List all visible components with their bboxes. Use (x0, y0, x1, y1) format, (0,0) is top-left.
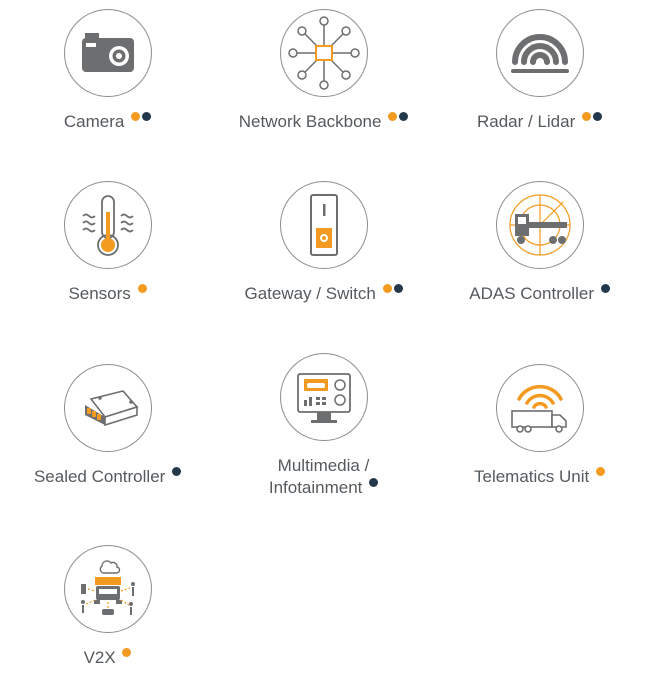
tile-adas-controller: ADAS Controller (432, 181, 647, 305)
label-text: Radar / Lidar (476, 112, 576, 131)
navy-dot (399, 112, 409, 121)
protocol-dots (376, 284, 403, 303)
icon-circle (63, 9, 152, 97)
tile-v2x: V2X (0, 545, 215, 669)
component-label: Radar / Lidar (432, 111, 647, 133)
protocol-dots (594, 284, 610, 303)
thermometer-sensor-icon (81, 195, 134, 256)
icon-circle (279, 9, 368, 97)
navy-dot (393, 284, 403, 293)
navy-dot (593, 112, 602, 121)
network-backbone-icon (287, 16, 360, 90)
icon-circle (279, 353, 368, 441)
orange-dot (122, 648, 132, 657)
label-text: Camera (63, 112, 125, 131)
tile-sensors: Sensors (0, 181, 215, 305)
tile-network-backbone: Network Backbone (216, 9, 431, 133)
icon-circle (63, 181, 152, 269)
protocol-dots (589, 467, 605, 486)
navy-dot (172, 467, 182, 476)
icon-circle (63, 364, 152, 452)
orange-dot (582, 112, 591, 121)
protocol-dots (124, 112, 152, 131)
component-label: ADAS Controller (432, 283, 647, 305)
tile-radar-lidar: Radar / Lidar (432, 9, 647, 133)
label-text: Telematics Unit (474, 467, 590, 486)
component-label: Network Backbone (216, 111, 431, 133)
tile-gateway-switch: Gateway / Switch (216, 181, 431, 305)
label-text: ADAS Controller (469, 284, 594, 303)
label-text: Network Backbone (238, 112, 382, 131)
sealed-controller-module-icon (84, 390, 138, 427)
icon-circle (495, 364, 584, 452)
label-text-line2: Infotainment (268, 478, 363, 497)
label-text-line1: Multimedia / (277, 456, 370, 475)
tile-sealed-controller: Sealed Controller (0, 364, 215, 488)
telematics-truck-signal-icon (510, 384, 567, 433)
component-grid: Camera Network Backbone Radar / Lidar Se… (0, 0, 647, 684)
component-label: Camera (0, 111, 215, 133)
orange-dot (137, 284, 147, 293)
adas-truck-radar-icon (508, 194, 571, 256)
label-text: Gateway / Switch (244, 284, 376, 303)
icon-circle (63, 545, 152, 633)
protocol-dots (116, 648, 132, 667)
protocol-dots (131, 284, 147, 303)
component-label: Telematics Unit (432, 466, 647, 488)
v2x-connected-truck-icon (80, 560, 135, 615)
protocol-dots (362, 478, 379, 497)
gateway-switch-icon (309, 194, 338, 256)
tile-multimedia: Multimedia / Infotainment (216, 353, 431, 499)
icon-circle (495, 181, 584, 269)
component-label: Multimedia / Infotainment (216, 455, 431, 499)
tile-telematics-unit: Telematics Unit (432, 364, 647, 488)
tile-camera: Camera (0, 9, 215, 133)
orange-dot (382, 284, 392, 293)
orange-dot (596, 467, 605, 476)
navy-dot (369, 478, 379, 487)
component-label: Sealed Controller (0, 466, 215, 488)
orange-dot (388, 112, 398, 121)
component-label: V2X (0, 647, 215, 669)
label-text: Sensors (68, 284, 131, 303)
icon-circle (279, 181, 368, 269)
component-label: Sensors (0, 283, 215, 305)
protocol-dots (165, 467, 182, 486)
navy-dot (142, 112, 152, 121)
multimedia-monitor-icon (296, 373, 351, 423)
label-text: V2X (83, 648, 116, 667)
icon-circle (495, 9, 584, 97)
component-label: Gateway / Switch (216, 283, 431, 305)
protocol-dots (575, 112, 602, 131)
radar-lidar-icon (510, 34, 569, 73)
orange-dot (131, 112, 141, 121)
protocol-dots (381, 112, 409, 131)
label-text: Sealed Controller (33, 467, 166, 486)
navy-dot (600, 284, 610, 293)
camera-icon (81, 33, 134, 72)
